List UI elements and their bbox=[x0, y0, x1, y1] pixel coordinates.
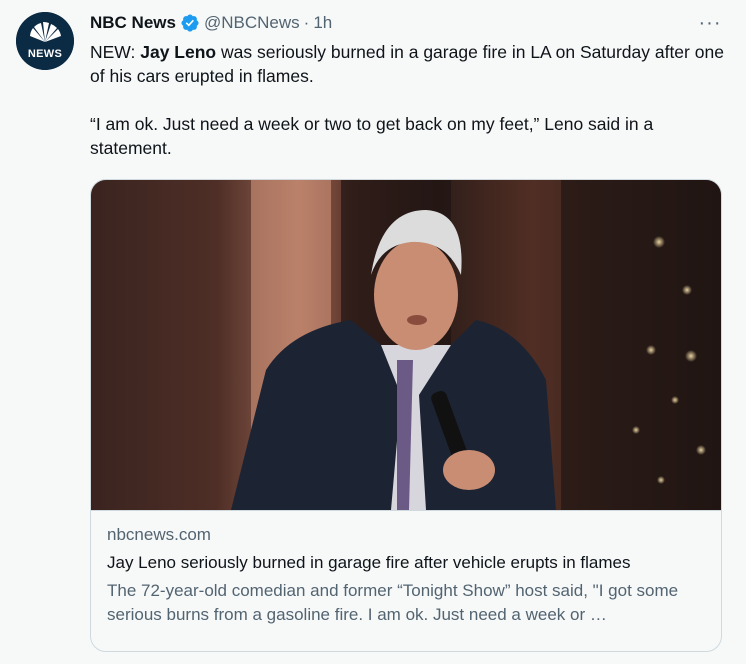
nbc-news-avatar[interactable]: NEWS bbox=[16, 12, 74, 70]
avatar-news-label: NEWS bbox=[27, 48, 63, 60]
author-handle[interactable]: @NBCNews bbox=[204, 13, 300, 33]
link-card[interactable]: nbcnews.com Jay Leno seriously burned in… bbox=[90, 179, 722, 652]
jay-leno-photo-icon bbox=[91, 180, 721, 510]
more-options-icon[interactable]: ··· bbox=[694, 10, 726, 36]
tweet-paragraph-2: “I am ok. Just need a week or two to get… bbox=[90, 114, 654, 158]
card-description: The 72-year-old comedian and former “Ton… bbox=[107, 581, 679, 624]
card-domain: nbcnews.com bbox=[107, 525, 211, 544]
author-name[interactable]: NBC News bbox=[90, 13, 176, 33]
link-card-body: nbcnews.com Jay Leno seriously burned in… bbox=[107, 523, 707, 627]
card-title: Jay Leno seriously burned in garage fire… bbox=[107, 553, 631, 572]
tweet-text-bold: Jay Leno bbox=[140, 42, 217, 62]
verified-badge-icon bbox=[180, 13, 200, 33]
tweet-text-prefix: NEW: bbox=[90, 42, 141, 62]
card-divider bbox=[91, 510, 721, 511]
header-separator: · bbox=[303, 13, 310, 32]
tweet-timestamp[interactable]: 1h bbox=[313, 13, 332, 33]
tweet-header: NBC News @NBCNews · 1h bbox=[90, 12, 332, 34]
link-card-image[interactable] bbox=[91, 180, 721, 510]
peacock-logo-icon bbox=[16, 12, 74, 70]
tweet[interactable]: NEWS NBC News @NBCNews · 1h ··· NEW: Jay… bbox=[0, 0, 746, 664]
tweet-paragraph-1: NEW: Jay Leno was seriously burned in a … bbox=[90, 40, 730, 88]
tweet-text: NEW: Jay Leno was seriously burned in a … bbox=[90, 40, 730, 160]
